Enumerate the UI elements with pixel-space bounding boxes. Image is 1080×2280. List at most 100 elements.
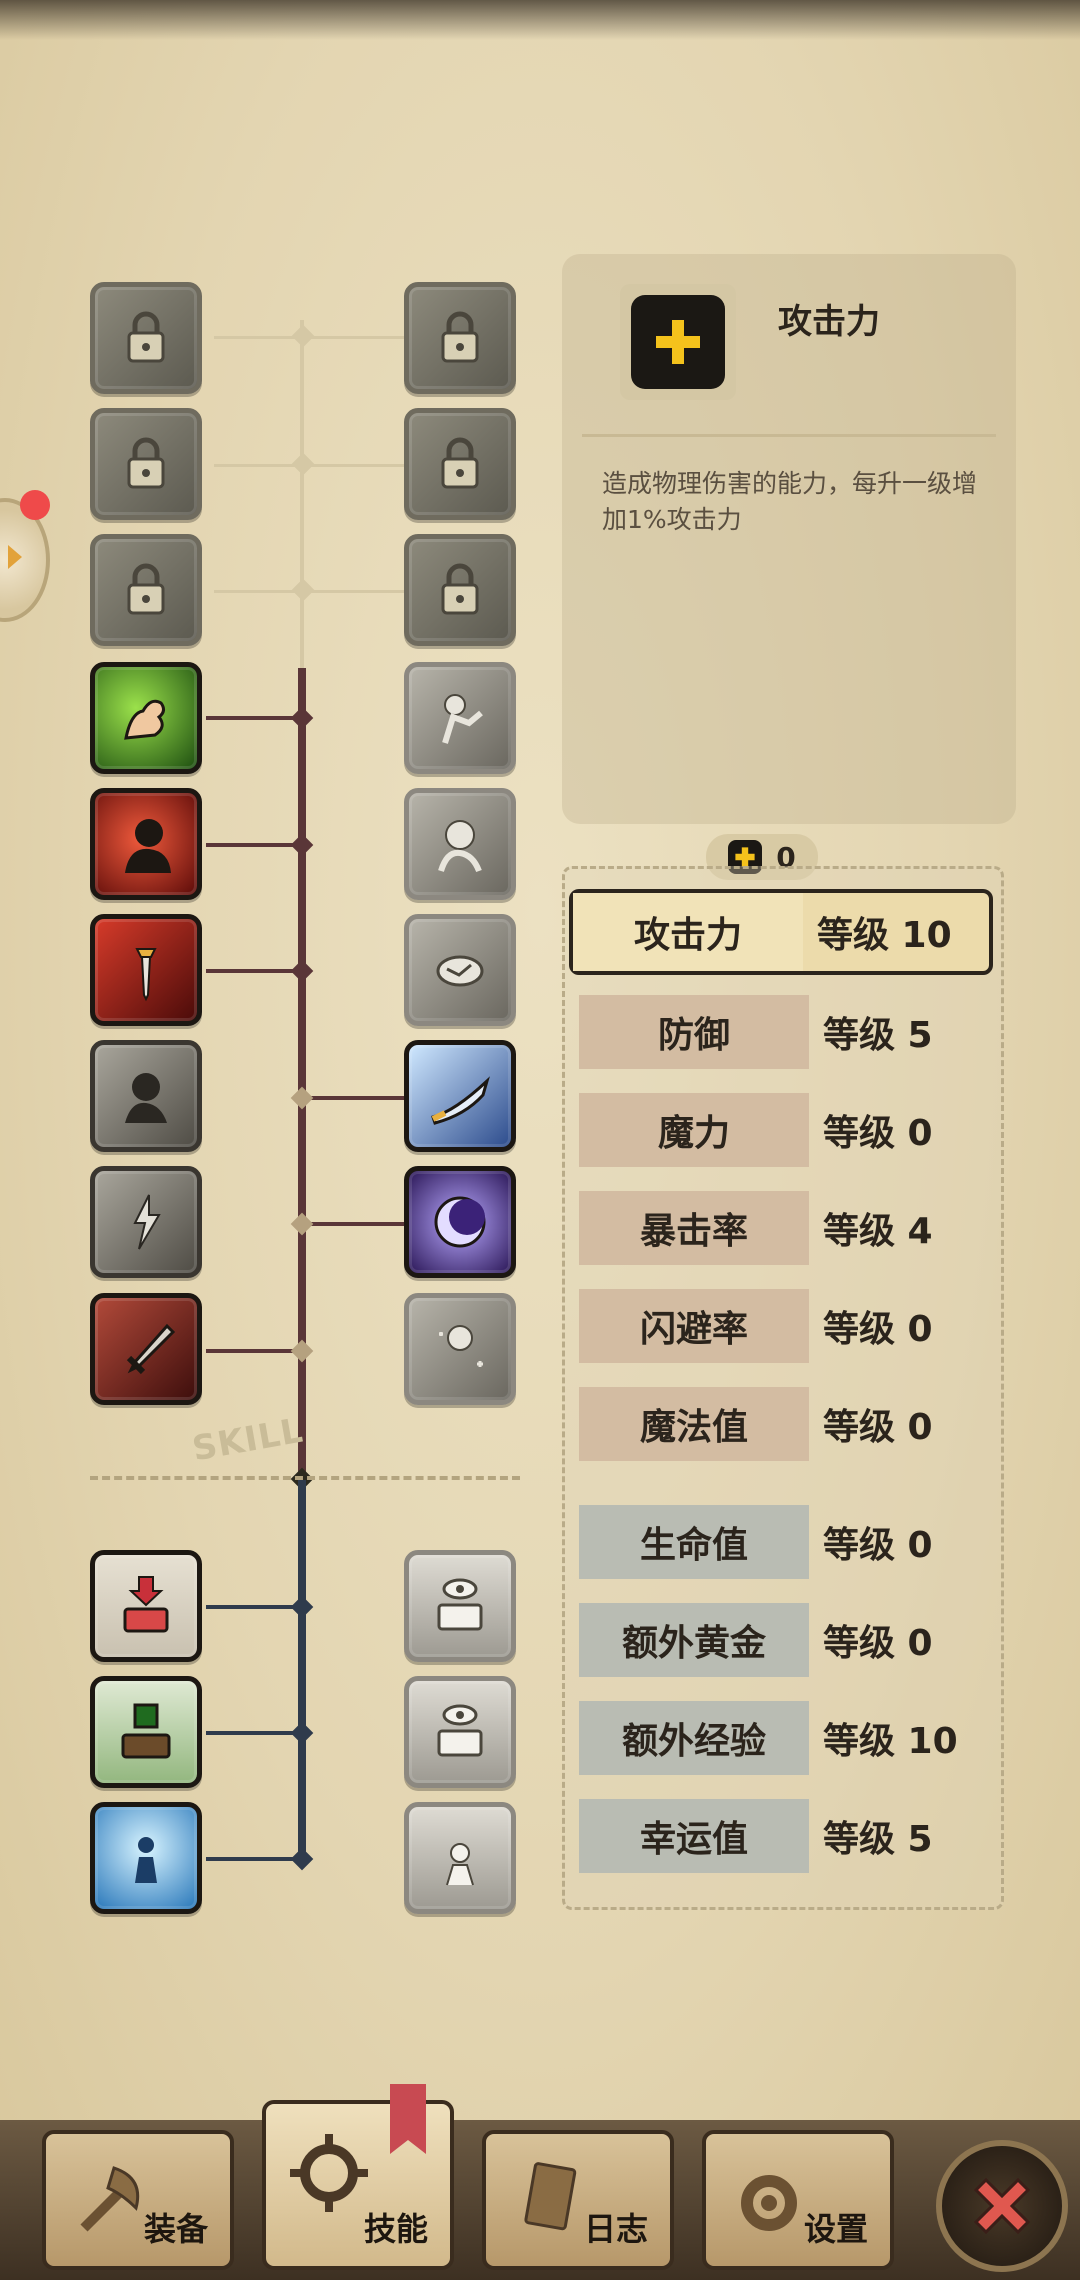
skill-rage[interactable] [90,788,202,900]
cracked-stone-icon [436,955,484,987]
skill-armor-break-unlearned[interactable] [404,914,516,1026]
lock-icon [441,437,479,489]
gear-icon [741,2175,797,2231]
stat-name: 幸运值 [579,1799,809,1873]
chest-down-arrow-icon [123,1576,169,1633]
skill-cry-unlearned[interactable] [404,788,516,900]
stat-level: 等级 0 [823,1623,933,1664]
tree-branch [206,716,302,720]
running-figure-icon [442,694,483,744]
skill-locked[interactable] [90,534,202,646]
stat-name: 额外经验 [579,1701,809,1775]
stat-name: 暴击率 [579,1191,809,1265]
close-button[interactable] [936,2140,1068,2272]
tree-node [290,1212,314,1236]
tree-node [291,324,315,348]
tree-branch [206,1605,302,1609]
tab-equipment[interactable]: 装备 [42,2130,234,2270]
axe-icon [80,2166,140,2232]
skill-sparkle-unlearned[interactable] [404,1293,516,1405]
skill-locked[interactable] [404,534,516,646]
stat-row-dodge[interactable]: 闪避率 等级 0 [579,1289,991,1363]
tree-branch-faint [214,464,424,467]
torn-paper-top [0,0,1080,40]
stat-list: 攻击力 等级 10 防御 等级 5 魔力 等级 0 暴击率 等级 4 闪避率 等… [562,866,1004,1910]
tree-node [290,833,314,857]
detail-title: 攻击力 [778,302,880,342]
stat-row-hp[interactable]: 生命值 等级 0 [579,1505,991,1579]
glowing-figure-icon [135,1837,157,1883]
skill-arcane[interactable] [404,1166,516,1278]
detail-description: 造成物理伤害的能力，每升一级增加1%攻击力 [602,469,978,534]
stat-row-luck[interactable]: 幸运值 等级 5 [579,1799,991,1873]
skill-locked[interactable] [90,282,202,394]
skill-eye-chest-unlearned[interactable] [404,1676,516,1788]
shadow-figure-icon [125,1073,167,1123]
stat-level: 等级 10 [817,915,952,956]
tree-branch [302,1096,406,1100]
stat-level: 等级 10 [823,1721,958,1762]
skill-gold-chest[interactable] [90,1550,202,1662]
skill-sword[interactable] [90,1293,202,1405]
tree-node [290,1847,314,1871]
skill-lightning-unlearned[interactable] [90,1166,202,1278]
stat-row-defense[interactable]: 防御 等级 5 [579,995,991,1069]
stat-level: 等级 0 [823,1407,933,1448]
stat-name: 魔法值 [579,1387,809,1461]
tree-branch [206,843,302,847]
skill-blade-wind[interactable] [404,1040,516,1152]
tree-node [291,578,315,602]
stat-name: 攻击力 [573,893,803,971]
skill-dagger[interactable] [90,914,202,1026]
chevron-right-icon [8,545,22,569]
blade-wind-icon [431,1076,490,1125]
tree-node [290,1086,314,1110]
skill-locked[interactable] [404,282,516,394]
sparkle-figure-icon [439,1325,483,1367]
stat-row-exp[interactable]: 额外经验 等级 10 [579,1701,991,1775]
tree-branch-faint [214,336,424,339]
notification-dot [20,490,50,520]
tree-line-faint [300,320,304,680]
lock-icon [441,563,479,615]
skill-dash-unlearned[interactable] [404,662,516,774]
tree-node [290,959,314,983]
stat-row-crit[interactable]: 暴击率 等级 4 [579,1191,991,1265]
skill-locked[interactable] [404,408,516,520]
stat-name: 生命值 [579,1505,809,1579]
tab-settings[interactable]: 设置 [702,2130,894,2270]
stat-row-magic[interactable]: 魔力 等级 0 [579,1093,991,1167]
tree-branch [206,1349,302,1353]
flexed-arm-icon [124,699,166,740]
close-icon [973,2177,1031,2235]
tree-branch-faint [214,590,424,593]
skill-locked[interactable] [90,408,202,520]
stat-row-gold[interactable]: 额外黄金 等级 0 [579,1603,991,1677]
skill-blessing-unlearned[interactable] [404,1802,516,1914]
plus-icon [631,295,725,389]
eye-chest-icon [437,1578,483,1631]
tab-log[interactable]: 日志 [482,2130,674,2270]
tree-branch [206,1731,302,1735]
detail-separator [582,434,996,437]
skill-luck[interactable] [90,1802,202,1914]
lock-icon [127,311,165,363]
shadow-figure-icon [125,819,171,873]
stat-level: 等级 4 [823,1211,933,1252]
screaming-figure-icon [438,820,482,873]
tree-branch [206,1857,302,1861]
tree-branch [206,969,302,973]
stat-row-attack[interactable]: 攻击力 等级 10 [569,889,993,975]
stat-level: 等级 5 [823,1015,933,1056]
stat-row-mana[interactable]: 魔法值 等级 0 [579,1387,991,1461]
skill-exp-chest[interactable] [90,1676,202,1788]
sword-icon [126,1323,176,1375]
skill-strength[interactable] [90,662,202,774]
skill-shadow-unlearned[interactable] [90,1040,202,1152]
tree-node [290,706,314,730]
skill-eye-chest-unlearned[interactable] [404,1550,516,1662]
tree-node [290,1595,314,1619]
stat-name: 闪避率 [579,1289,809,1363]
stat-level: 等级 0 [823,1113,933,1154]
lock-icon [441,311,479,363]
